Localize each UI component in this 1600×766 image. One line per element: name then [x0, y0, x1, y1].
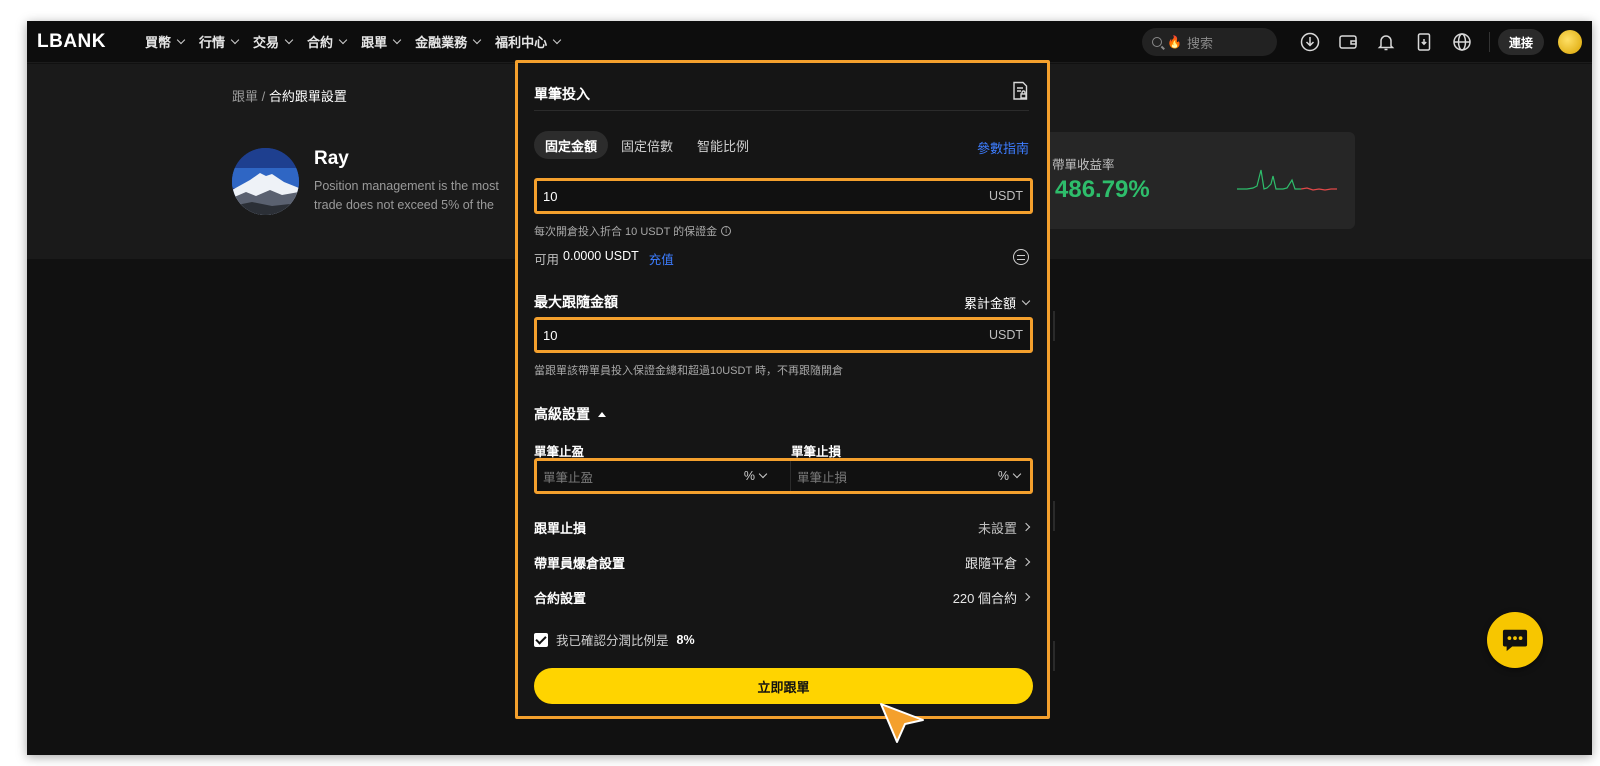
nav-copy-trading[interactable]: 跟單	[361, 32, 402, 51]
stop-loss-input[interactable]: 單筆止損 %	[790, 461, 1030, 491]
chevron-down-icon	[284, 35, 294, 44]
max-amount-unit: USDT	[988, 328, 1023, 342]
trader-name: Ray	[314, 148, 349, 169]
chevron-right-icon	[1021, 592, 1031, 602]
amount-hint: 每次開倉投入折合 10 USDT 的保證金 i	[534, 223, 732, 239]
search-icon	[1151, 37, 1162, 47]
available-balance: 可用 0.0000 USDT 充值	[534, 249, 674, 268]
info-icon[interactable]: i	[721, 226, 732, 236]
chevron-down-icon	[552, 35, 562, 44]
chevron-down-icon	[472, 35, 482, 44]
tp-sl-inputs: 單筆止盈 % 單筆止損 %	[534, 458, 1033, 494]
search-placeholder: 搜索	[1186, 35, 1213, 51]
mobile-app-icon[interactable]	[1413, 31, 1435, 53]
roi-card: 帶單收益率 486.79%	[1042, 132, 1355, 229]
background-edge	[1053, 501, 1055, 531]
top-navbar: LBANK 買幣 行情 交易 合約 跟單 金融業務 福利中心 🔥 搜索 連接	[27, 21, 1592, 63]
pointer-cursor-icon	[880, 703, 924, 743]
nav-right-group: 🔥 搜索 連接	[1141, 21, 1592, 63]
chat-bubble-icon	[1502, 629, 1528, 652]
nav-trade[interactable]: 交易	[253, 32, 294, 51]
caret-up-icon	[598, 411, 606, 417]
document-lock-icon[interactable]	[1011, 81, 1029, 101]
divider	[534, 110, 1029, 111]
fire-icon: 🔥	[1166, 35, 1182, 49]
roi-sparkline	[1237, 169, 1337, 191]
app-window: LBANK 買幣 行情 交易 合約 跟單 金融業務 福利中心 🔥 搜索 連接 跟…	[27, 21, 1592, 755]
tab-fixed-amount[interactable]: 固定金額	[534, 131, 609, 159]
follow-now-button[interactable]: 立即跟單	[534, 668, 1033, 704]
chevron-down-icon	[1021, 296, 1031, 305]
user-avatar[interactable]	[1558, 30, 1582, 54]
copy-trade-settings-modal: 單筆投入 固定金額 固定倍數 智能比例 參數指南 10 USDT 每次開倉投入折…	[515, 60, 1050, 719]
copy-stop-loss-row[interactable]: 跟單止損 未設置	[534, 517, 1031, 537]
chevron-down-icon	[176, 35, 186, 44]
max-amount-value: 10	[543, 327, 558, 343]
nav-markets[interactable]: 行情	[199, 32, 240, 51]
profit-share-ratio: 8%	[676, 632, 695, 647]
nav-finance[interactable]: 金融業務	[415, 32, 482, 51]
chat-support-button[interactable]	[1487, 612, 1543, 668]
parameter-guide-link[interactable]: 參數指南	[977, 138, 1029, 157]
cumulative-amount-dropdown[interactable]: 累計金額	[964, 293, 1031, 312]
tp-unit-dropdown[interactable]: %	[744, 469, 768, 483]
amount-input[interactable]: 10 USDT	[534, 178, 1033, 214]
breadcrumb-parent[interactable]: 跟單	[232, 89, 258, 104]
roi-label: 帶單收益率	[1052, 158, 1115, 172]
chevron-down-icon	[758, 469, 768, 479]
tab-fixed-multiple[interactable]: 固定倍數	[610, 131, 684, 159]
search-box[interactable]: 🔥 搜索	[1141, 28, 1277, 56]
breadcrumb-current: 合約跟單設置	[268, 89, 347, 104]
background-edge	[1053, 311, 1055, 341]
globe-icon[interactable]	[1451, 31, 1473, 53]
chevron-right-icon	[1021, 557, 1031, 567]
single-investment-title: 單筆投入	[534, 86, 590, 102]
investment-mode-tabs: 固定金額 固定倍數 智能比例	[534, 131, 762, 159]
trader-avatar	[232, 148, 299, 215]
amount-unit: USDT	[988, 189, 1023, 203]
transfer-icon[interactable]	[1013, 249, 1029, 265]
wallet-icon[interactable]	[1337, 31, 1359, 53]
contract-settings-row[interactable]: 合約設置 220 個合約	[534, 587, 1031, 607]
breadcrumb-separator: /	[261, 89, 266, 104]
nav-divider	[1488, 32, 1490, 52]
breadcrumb: 跟單 / 合約跟單設置	[232, 86, 347, 105]
trader-liquidation-row[interactable]: 帶單員爆倉設置 跟隨平倉	[534, 552, 1031, 572]
amount-value: 10	[543, 188, 558, 204]
nav-rewards-center[interactable]: 福利中心	[495, 32, 562, 51]
connect-button[interactable]: 連接	[1497, 29, 1544, 55]
available-label: 可用	[534, 253, 560, 267]
max-follow-amount-title: 最大跟隨金額	[534, 294, 618, 310]
download-icon[interactable]	[1299, 31, 1321, 53]
chevron-down-icon	[1012, 469, 1022, 479]
available-amount: 0.0000 USDT	[563, 249, 639, 263]
take-profit-input[interactable]: 單筆止盈 %	[537, 461, 776, 491]
tab-smart-ratio[interactable]: 智能比例	[686, 131, 760, 159]
max-amount-hint: 當跟單該帶單員投入保證金總和超過10USDT 時，不再跟隨開倉	[534, 365, 844, 377]
chevron-down-icon	[392, 35, 402, 44]
nav-buy-crypto[interactable]: 買幣	[145, 32, 186, 51]
nav-futures[interactable]: 合約	[307, 32, 348, 51]
trader-description: Position management is the most trade do…	[314, 179, 499, 212]
bell-icon[interactable]	[1375, 31, 1397, 53]
confirm-text: 我已確認分潤比例是	[556, 634, 669, 648]
confirm-checkbox[interactable]	[534, 632, 548, 647]
background-edge	[1053, 641, 1055, 671]
lbank-logo[interactable]: LBANK	[37, 31, 145, 53]
roi-value: 486.79%	[1055, 176, 1150, 203]
advanced-settings-toggle[interactable]: 高級設置	[534, 404, 606, 424]
chevron-down-icon	[230, 35, 240, 44]
profit-share-confirmation: 我已確認分潤比例是 8%	[534, 630, 695, 649]
chevron-down-icon	[338, 35, 348, 44]
chevron-right-icon	[1021, 522, 1031, 532]
sl-unit-dropdown[interactable]: %	[998, 469, 1022, 483]
max-amount-input[interactable]: 10 USDT	[534, 317, 1033, 353]
deposit-link[interactable]: 充值	[649, 249, 674, 268]
